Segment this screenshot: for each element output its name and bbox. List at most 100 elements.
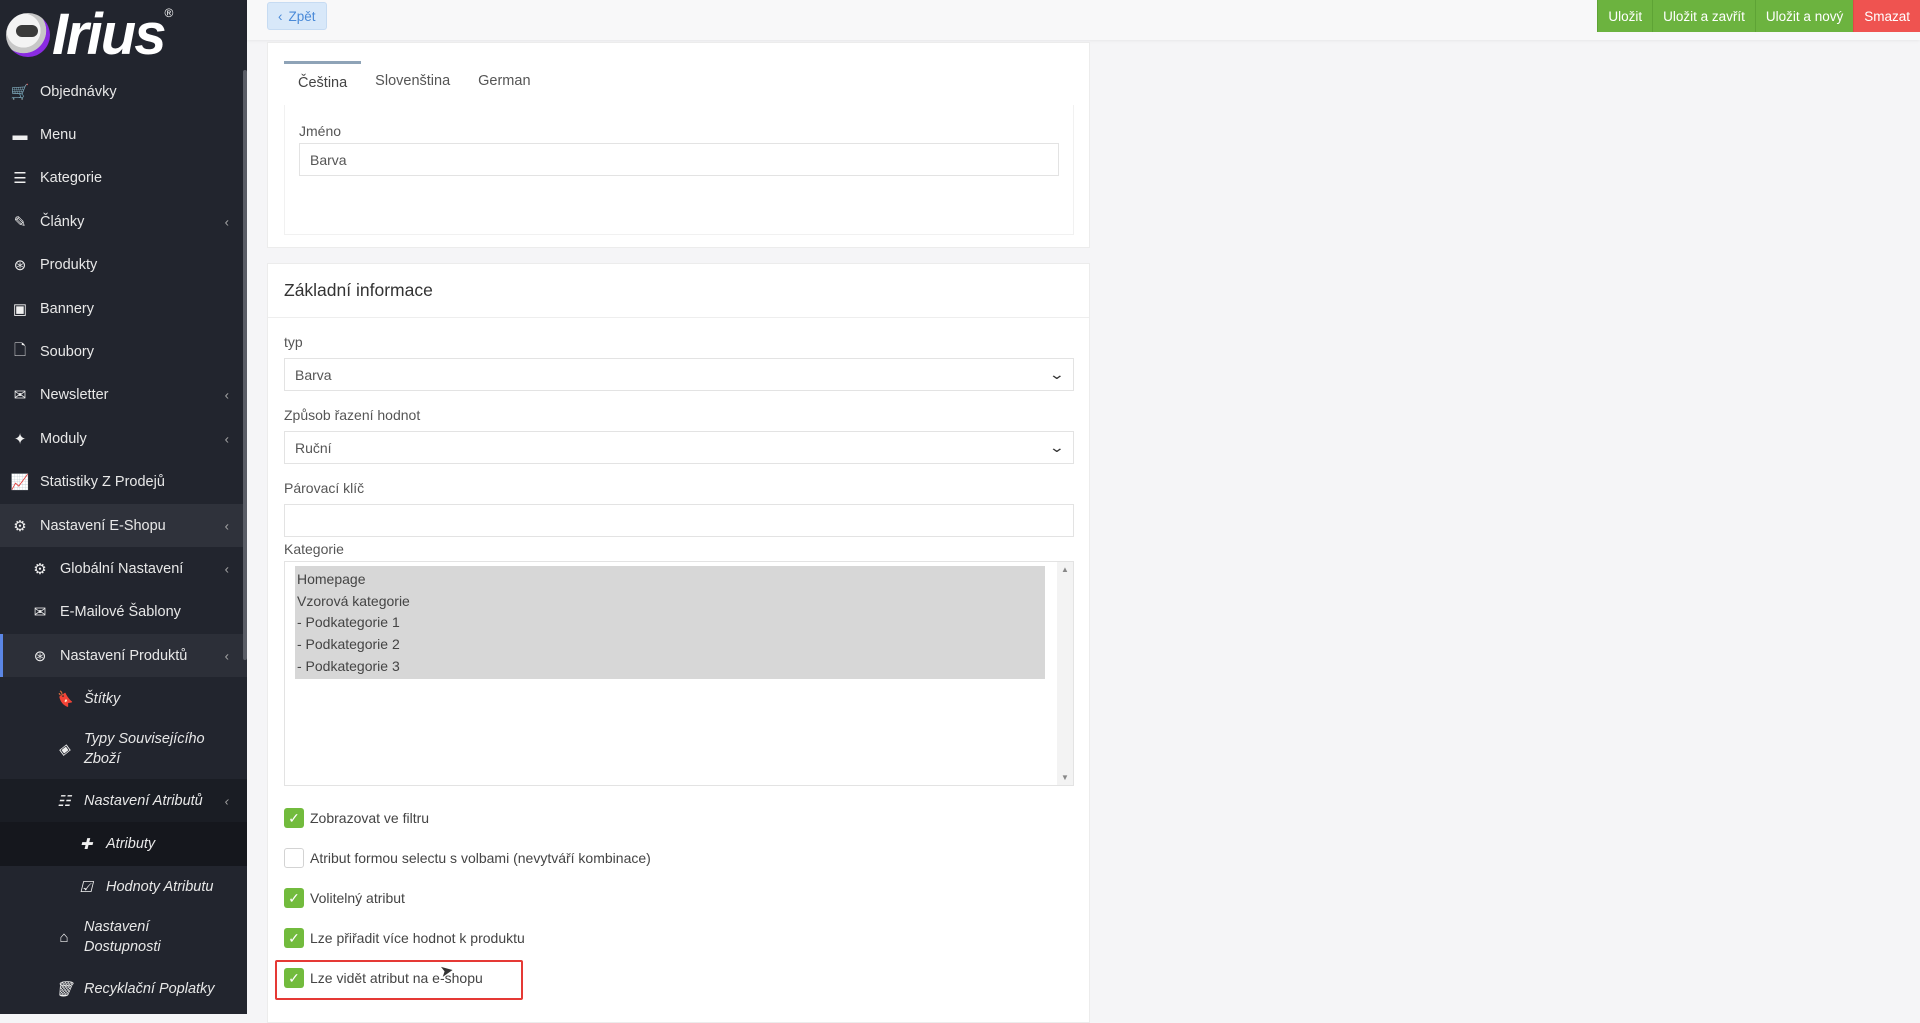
checkbox-label: Volitelný atribut xyxy=(310,890,405,906)
sort-label: Způsob řazení hodnot xyxy=(284,407,421,423)
sidebar-item-bannery[interactable]: ▣ Bannery xyxy=(0,287,247,330)
chevron-left-icon: ‹ xyxy=(224,518,229,534)
category-multiselect[interactable]: Homepage Vzorová kategorie - Podkategori… xyxy=(284,561,1074,786)
puzzle-icon: ✦ xyxy=(13,430,27,448)
save-and-close-button[interactable]: Uložit a zavřít xyxy=(1652,0,1755,32)
home-icon: ⌂ xyxy=(59,928,69,946)
language-tabs: Čeština Slovenština German xyxy=(284,61,545,101)
sidebar-item-label: E-Mailové Šablony xyxy=(60,604,181,621)
listbox-scrollbar[interactable]: ▲ ▼ xyxy=(1057,562,1073,785)
type-select[interactable]: Barva ⌄ xyxy=(284,358,1074,391)
category-option[interactable]: - Podkategorie 3 xyxy=(295,655,1045,677)
sidebar-item-hodnoty-atributu[interactable]: ☑ Hodnoty Atributu xyxy=(0,866,247,909)
type-field: typ Barva ⌄ xyxy=(284,334,1074,391)
sidebar-item-nastaveni-atributu[interactable]: ☷ Nastavení Atributů ‹ xyxy=(0,778,247,823)
category-option[interactable]: Homepage xyxy=(295,568,1045,590)
sidebar-item-label: Nastavení Atributů xyxy=(84,792,203,809)
envelope-circle-icon: ✉ xyxy=(13,387,27,405)
checkbox-checked-icon[interactable]: ✓ xyxy=(284,928,304,948)
type-label: typ xyxy=(284,334,303,350)
sort-select[interactable]: Ruční ⌄ xyxy=(284,431,1074,464)
chevron-left-icon: ‹ xyxy=(224,561,229,577)
sidebar-item-soubory[interactable]: 🗋 Soubory xyxy=(0,330,247,373)
scroll-up-icon[interactable]: ▲ xyxy=(1061,565,1069,574)
sidebar-scrollbar[interactable] xyxy=(243,70,247,660)
cart-icon: 🛒 xyxy=(10,83,30,101)
sidebar-item-nastaveni-dostupnosti[interactable]: ⌂ Nastavení Dostupnosti xyxy=(0,909,247,967)
aperture-icon: ⊛ xyxy=(13,257,27,275)
sidebar-item-label: Nastavení Dostupnosti xyxy=(84,919,161,956)
folder-icon: ▬ xyxy=(12,126,28,144)
sidebar-item-recyklacni-poplatky[interactable]: 🗑 Recyklační Poplatky xyxy=(0,967,247,1010)
tab-german[interactable]: German xyxy=(464,61,544,101)
checkbox-label: Atribut formou selectu s volbami (nevytv… xyxy=(310,850,651,866)
category-field: Kategorie Homepage Vzorová kategorie - P… xyxy=(284,541,1074,786)
sidebar-item-nastaveni-produktu[interactable]: ⊛ Nastavení Produktů ‹ xyxy=(0,634,247,678)
scroll-down-icon[interactable]: ▼ xyxy=(1061,773,1069,782)
sidebar-item-emailove-sablony[interactable]: ✉ E-Mailové Šablony xyxy=(0,591,247,634)
tab-slovenstina[interactable]: Slovenština xyxy=(361,61,464,101)
checkbox-optional-attribute[interactable]: ✓ Volitelný atribut xyxy=(284,886,405,910)
sidebar-item-nastaveni-eshopu[interactable]: ⚙ Nastavení E-Shopu ‹ xyxy=(0,503,247,548)
sidebar-item-clanky[interactable]: ✎ Články ‹ xyxy=(0,200,247,243)
sort-field: Způsob řazení hodnot Ruční ⌄ xyxy=(284,407,1074,464)
registered-mark: ® xyxy=(164,6,174,20)
save-and-new-button[interactable]: Uložit a nový xyxy=(1754,0,1854,32)
checkbox-unchecked-icon[interactable] xyxy=(284,848,304,868)
chevron-left-icon: ‹ xyxy=(224,431,229,447)
sidebar-item-menu[interactable]: ▬ Menu xyxy=(0,113,247,156)
sidebar-item-label: Produkty xyxy=(40,257,98,274)
tab-cestina[interactable]: Čeština xyxy=(284,61,362,101)
pair-key-input[interactable] xyxy=(284,504,1074,537)
gear-icon: ⚙ xyxy=(33,560,47,578)
sidebar-item-atributy[interactable]: ✚ Atributy xyxy=(0,822,247,866)
category-option[interactable]: - Podkategorie 1 xyxy=(295,612,1045,634)
checkbox-multiple-values[interactable]: ✓ Lze přiřadit více hodnot k produktu xyxy=(284,926,525,950)
sidebar-item-produkty[interactable]: ⊛ Produkty xyxy=(0,244,247,287)
pair-key-label: Párovací klíč xyxy=(284,480,365,496)
sidebar-item-newsletter[interactable]: ✉ Newsletter ‹ xyxy=(0,374,247,417)
checkbox-select-attribute[interactable]: Atribut formou selectu s volbami (nevytv… xyxy=(284,846,651,870)
main-nav: 🛒 Objednávky ▬ Menu ☰ Kategorie ✎ Články ‹ ⊛ P… xyxy=(0,70,247,1010)
back-button[interactable]: ‹ Zpět xyxy=(267,2,327,30)
save-button[interactable]: Uložit xyxy=(1597,0,1653,32)
sidebar-item-label: Štítky xyxy=(84,691,121,708)
checkbox-checked-icon[interactable]: ✓ xyxy=(284,888,304,908)
name-input[interactable] xyxy=(299,143,1059,176)
sidebar-item-label: Newsletter xyxy=(40,387,109,404)
sidebar-item-label: Nastavení E-Shopu xyxy=(40,517,166,534)
logo-wordmark: Irius xyxy=(52,2,166,67)
sidebar-item-kategorie[interactable]: ☰ Kategorie xyxy=(0,157,247,200)
chevron-left-icon: ‹ xyxy=(224,648,229,664)
checkbox-show-in-filter[interactable]: ✓ Zobrazovat ve filtru xyxy=(284,806,429,830)
layers-icon: ◈ xyxy=(58,740,70,758)
chevron-left-icon: ‹ xyxy=(224,387,229,403)
file-icon: 🗋 xyxy=(13,341,27,359)
sidebar-item-label: Kategorie xyxy=(40,170,103,187)
plus-icon: ✚ xyxy=(79,835,93,853)
sidebar-item-globalni-nastaveni[interactable]: ⚙ Globální Nastavení ‹ xyxy=(0,547,247,590)
sliders-icon: ☷ xyxy=(57,792,71,810)
sidebar-item-objednavky[interactable]: 🛒 Objednávky xyxy=(0,70,247,113)
category-option[interactable]: Vzorová kategorie xyxy=(295,590,1045,612)
list-icon: ☰ xyxy=(13,170,27,188)
language-pane: Jméno xyxy=(284,105,1074,235)
checkbox-label: Zobrazovat ve filtru xyxy=(310,810,430,826)
logo[interactable]: Irius ® xyxy=(0,0,247,70)
chart-line-icon: 📈 xyxy=(10,474,30,492)
checkbox-checked-icon[interactable]: ✓ xyxy=(284,808,304,828)
sidebar-item-stitky[interactable]: 🔖 Štítky xyxy=(0,677,247,720)
sidebar-item-typy-souvisejiciho-zbozi[interactable]: ◈ Typy Souvisejícího Zboží xyxy=(0,721,247,779)
highlight-annotation xyxy=(275,960,523,1000)
sidebar-item-statistiky[interactable]: 📈 Statistiky Z Prodejů xyxy=(0,461,247,504)
sidebar-item-moduly[interactable]: ✦ Moduly ‹ xyxy=(0,417,247,460)
category-option[interactable]: - Podkategorie 2 xyxy=(295,633,1045,655)
image-icon: ▣ xyxy=(12,300,28,318)
sidebar-item-label: Hodnoty Atributu xyxy=(106,879,214,896)
sort-select-value: Ruční xyxy=(295,439,332,456)
name-label: Jméno xyxy=(299,123,342,139)
bookmark-icon: 🔖 xyxy=(54,691,74,709)
delete-button[interactable]: Smazat xyxy=(1853,0,1920,32)
sidebar-item-label: Nastavení Produktů xyxy=(60,647,188,664)
chevron-left-icon: ‹ xyxy=(224,214,229,230)
